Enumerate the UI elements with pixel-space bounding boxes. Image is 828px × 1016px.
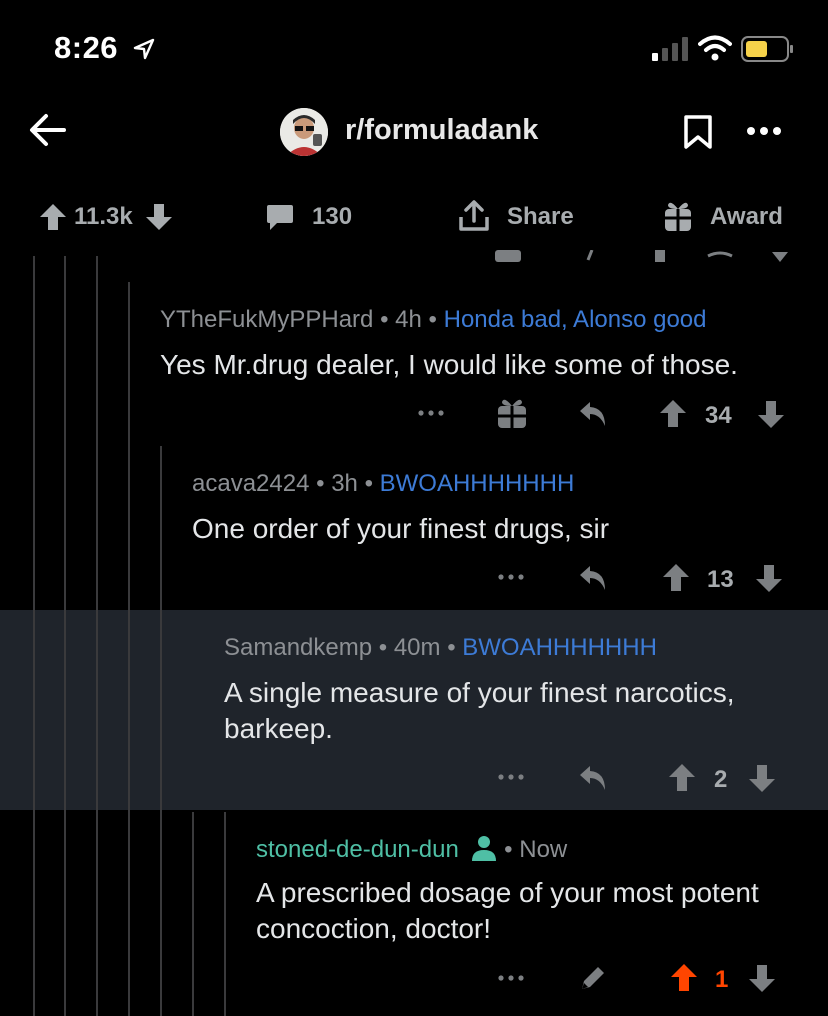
comment-score: 13 bbox=[707, 566, 734, 593]
comment-body: Yes Mr.drug dealer, I would like some of… bbox=[160, 349, 738, 380]
user-flair: BWOAHHHHHHH bbox=[379, 470, 575, 497]
back-arrow-icon[interactable] bbox=[28, 112, 68, 148]
comments-icon[interactable] bbox=[265, 202, 295, 232]
comment-author[interactable]: acava2424 bbox=[192, 470, 309, 497]
post-downvote-icon[interactable] bbox=[144, 202, 174, 232]
thread-line bbox=[224, 812, 226, 1016]
comment-meta: stoned-de-dun-dun • Now bbox=[256, 834, 567, 864]
share-label[interactable]: Share bbox=[507, 203, 574, 231]
thread-line bbox=[192, 812, 194, 1016]
thread-line bbox=[64, 256, 66, 1016]
meta-separator: • bbox=[316, 470, 332, 497]
upvote-icon[interactable] bbox=[668, 763, 696, 793]
more-options-icon[interactable] bbox=[746, 126, 782, 136]
award-icon[interactable] bbox=[662, 199, 694, 233]
comment[interactable]: stoned-de-dun-dun • Now A prescribed dos… bbox=[256, 828, 822, 958]
downvote-icon[interactable] bbox=[757, 399, 785, 429]
thread-line bbox=[96, 256, 98, 1016]
wifi-icon bbox=[698, 35, 732, 61]
comment[interactable]: Samandkemp • 40m • BWOAHHHHHHH A single … bbox=[224, 628, 822, 768]
thread-line bbox=[128, 282, 130, 1016]
thread-line bbox=[160, 446, 162, 1016]
clipped-comment-actions bbox=[480, 250, 800, 264]
battery-icon bbox=[741, 36, 795, 62]
comment-age: Now bbox=[519, 836, 568, 863]
thread-line bbox=[33, 256, 35, 1016]
reply-icon[interactable] bbox=[578, 400, 608, 428]
comment-score: 2 bbox=[714, 766, 728, 793]
comment-count[interactable]: 130 bbox=[312, 203, 352, 231]
status-bar: 8:26 bbox=[0, 0, 828, 100]
downvote-icon[interactable] bbox=[748, 763, 776, 793]
comment-age: 4h bbox=[395, 306, 422, 333]
subreddit-avatar[interactable] bbox=[280, 108, 328, 156]
post-score: 11.3k bbox=[74, 203, 133, 230]
post-upvote-icon[interactable] bbox=[38, 202, 68, 232]
award-label[interactable]: Award bbox=[710, 203, 783, 231]
meta-separator: • bbox=[428, 306, 444, 333]
upvote-icon[interactable] bbox=[662, 563, 690, 593]
edit-pencil-icon[interactable] bbox=[578, 963, 608, 993]
award-icon[interactable] bbox=[496, 398, 528, 430]
reply-icon[interactable] bbox=[578, 764, 608, 792]
comment-score: 34 bbox=[705, 402, 732, 429]
comment-author[interactable]: Samandkemp bbox=[224, 634, 372, 661]
share-icon[interactable] bbox=[458, 199, 490, 233]
comment-score: 1 bbox=[715, 966, 729, 993]
meta-separator: • bbox=[364, 470, 380, 497]
comment-body: A prescribed dosage of your most potent … bbox=[256, 877, 759, 944]
reply-icon[interactable] bbox=[578, 564, 608, 592]
more-options-icon[interactable] bbox=[498, 774, 524, 780]
meta-separator: • bbox=[504, 836, 520, 863]
op-person-icon bbox=[470, 834, 498, 862]
more-options-icon[interactable] bbox=[498, 975, 524, 981]
location-arrow-icon bbox=[133, 38, 155, 60]
comment-author[interactable]: YTheFukMyPPHard bbox=[160, 306, 373, 333]
meta-separator: • bbox=[380, 306, 396, 333]
upvote-icon[interactable] bbox=[659, 399, 687, 429]
comment-age: 40m bbox=[393, 634, 441, 661]
meta-separator: • bbox=[378, 634, 394, 661]
comment-meta: acava2424 • 3h • BWOAHHHHHHH bbox=[192, 470, 574, 498]
downvote-icon[interactable] bbox=[755, 563, 783, 593]
comment-meta: Samandkemp • 40m • BWOAHHHHHHH bbox=[224, 634, 657, 662]
more-options-icon[interactable] bbox=[498, 574, 524, 580]
post-action-bar: 11.3k 130 Share Award bbox=[0, 190, 828, 242]
bookmark-icon[interactable] bbox=[683, 114, 713, 150]
more-options-icon[interactable] bbox=[418, 410, 444, 416]
status-time: 8:26 bbox=[54, 30, 119, 65]
user-flair: Honda bad, Alonso good bbox=[443, 306, 707, 333]
comment-body: A single measure of your finest narcotic… bbox=[224, 677, 735, 744]
comment-author[interactable]: stoned-de-dun-dun bbox=[256, 836, 459, 863]
subreddit-name[interactable]: r/formuladank bbox=[345, 114, 538, 147]
comment-meta: YTheFukMyPPHard • 4h • Honda bad, Alonso… bbox=[160, 306, 707, 334]
signal-icon bbox=[652, 37, 692, 61]
downvote-icon[interactable] bbox=[748, 963, 776, 993]
user-flair: BWOAHHHHHHH bbox=[462, 634, 657, 661]
comment-body: One order of your finest drugs, sir bbox=[192, 513, 610, 544]
upvote-icon[interactable] bbox=[670, 963, 698, 993]
comment-age: 3h bbox=[331, 470, 358, 497]
meta-separator: • bbox=[447, 634, 463, 661]
